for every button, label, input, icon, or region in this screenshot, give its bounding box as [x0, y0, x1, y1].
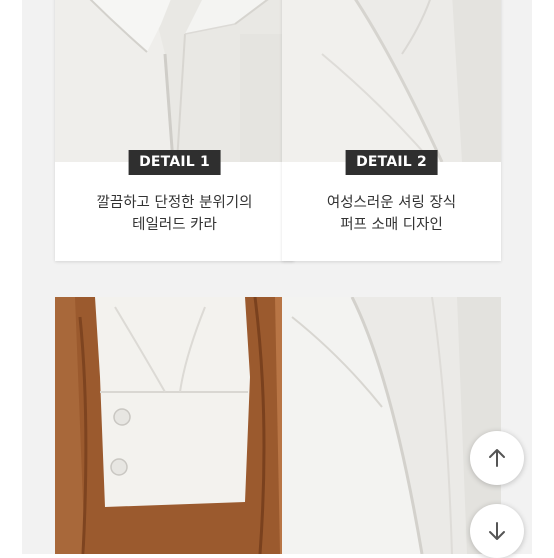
detail-caption: 깔끔하고 단정한 분위기의 테일러드 카라	[55, 192, 294, 236]
caption-line-2: 테일러드 카라	[132, 217, 217, 233]
collar-detail-photo	[55, 0, 294, 162]
gallery-photo-sleeve	[282, 297, 501, 554]
caption-line-1: 깔끔하고 단정한 분위기의	[96, 195, 253, 211]
arrow-down-icon	[489, 522, 505, 540]
arrow-up-icon	[489, 449, 505, 467]
detail-card-2: DETAIL 2 여성스러운 셔링 장식 퍼프 소매 디자인	[282, 0, 501, 261]
scroll-down-button[interactable]	[470, 504, 524, 558]
detail-card-1: DETAIL 1 깔끔하고 단정한 분위기의 테일러드 카라	[55, 0, 294, 261]
caption-line-1: 여성스러운 셔링 장식	[326, 195, 457, 211]
caption-line-2: 퍼프 소매 디자인	[340, 217, 443, 233]
detail-caption: 여성스러운 셔링 장식 퍼프 소매 디자인	[282, 192, 501, 236]
detail-badge: DETAIL 2	[345, 150, 438, 175]
detail-badge: DETAIL 1	[128, 150, 221, 175]
gallery-photo-cuff	[55, 297, 294, 554]
shirring-detail-photo	[282, 0, 501, 162]
product-detail-panel: DETAIL 1 깔끔하고 단정한 분위기의 테일러드 카라 DETAIL 2 …	[22, 0, 532, 554]
scroll-up-button[interactable]	[470, 431, 524, 485]
